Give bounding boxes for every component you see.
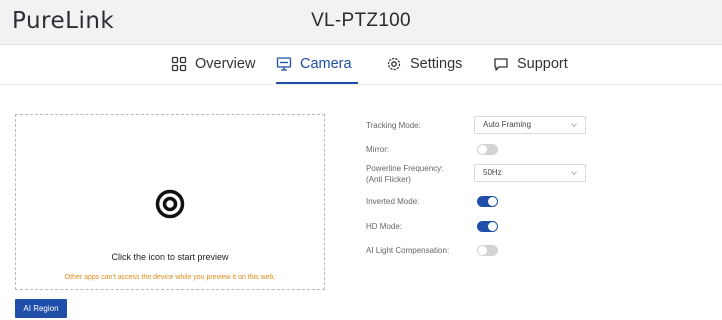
chevron-down-icon	[571, 123, 577, 128]
powerline-select[interactable]: 50Hz	[474, 164, 586, 182]
ai-light-toggle[interactable]	[477, 245, 498, 256]
hd-mode-label: HD Mode:	[366, 222, 403, 231]
tab-overview[interactable]: Overview	[171, 45, 255, 82]
tab-support-label: Support	[517, 55, 568, 72]
main-tabs: Overview Camera Settings Support	[0, 45, 722, 85]
grid-icon	[171, 56, 187, 71]
mirror-toggle[interactable]	[477, 144, 498, 155]
target-icon[interactable]	[155, 189, 185, 219]
tab-settings-label: Settings	[410, 55, 463, 72]
tracking-mode-value: Auto Framing	[483, 120, 532, 129]
camera-preview-area: Click the icon to start preview Other ap…	[15, 114, 325, 290]
app-header: PureLink VL-PTZ100	[0, 0, 722, 45]
tab-support[interactable]: Support	[493, 45, 568, 82]
tab-camera-label: Camera	[300, 55, 352, 72]
gear-icon	[387, 57, 401, 70]
inverted-mode-label: Inverted Mode:	[366, 197, 420, 206]
toggle-knob	[478, 246, 487, 255]
mirror-label: Mirror:	[366, 145, 390, 154]
monitor-icon	[276, 56, 292, 71]
tracking-mode-label: Tracking Mode:	[366, 121, 421, 130]
tab-overview-label: Overview	[195, 55, 256, 72]
toggle-knob	[488, 197, 497, 206]
preview-warning: Other apps can't access the device while…	[64, 274, 276, 281]
powerline-value: 50Hz	[483, 168, 502, 177]
hd-mode-toggle[interactable]	[477, 221, 498, 232]
powerline-label-line1: Powerline Frequency:	[366, 164, 444, 173]
inverted-mode-toggle[interactable]	[477, 196, 498, 207]
tab-settings[interactable]: Settings	[386, 45, 462, 82]
ai-light-label: AI Light Compensation:	[366, 246, 450, 255]
powerline-label-line2: (Anti Flicker)	[366, 175, 411, 184]
preview-prompt: Click the icon to start preview	[111, 252, 229, 262]
chevron-down-icon	[571, 171, 577, 176]
chat-icon	[494, 57, 508, 71]
tracking-mode-select[interactable]: Auto Framing	[474, 116, 586, 134]
toggle-knob	[488, 222, 497, 231]
device-title: VL-PTZ100	[311, 10, 411, 31]
toggle-knob	[478, 145, 487, 154]
ai-region-button[interactable]: AI Region	[15, 299, 67, 318]
powerline-label: Powerline Frequency: (Anti Flicker)	[366, 163, 443, 185]
tab-camera[interactable]: Camera	[276, 45, 358, 84]
